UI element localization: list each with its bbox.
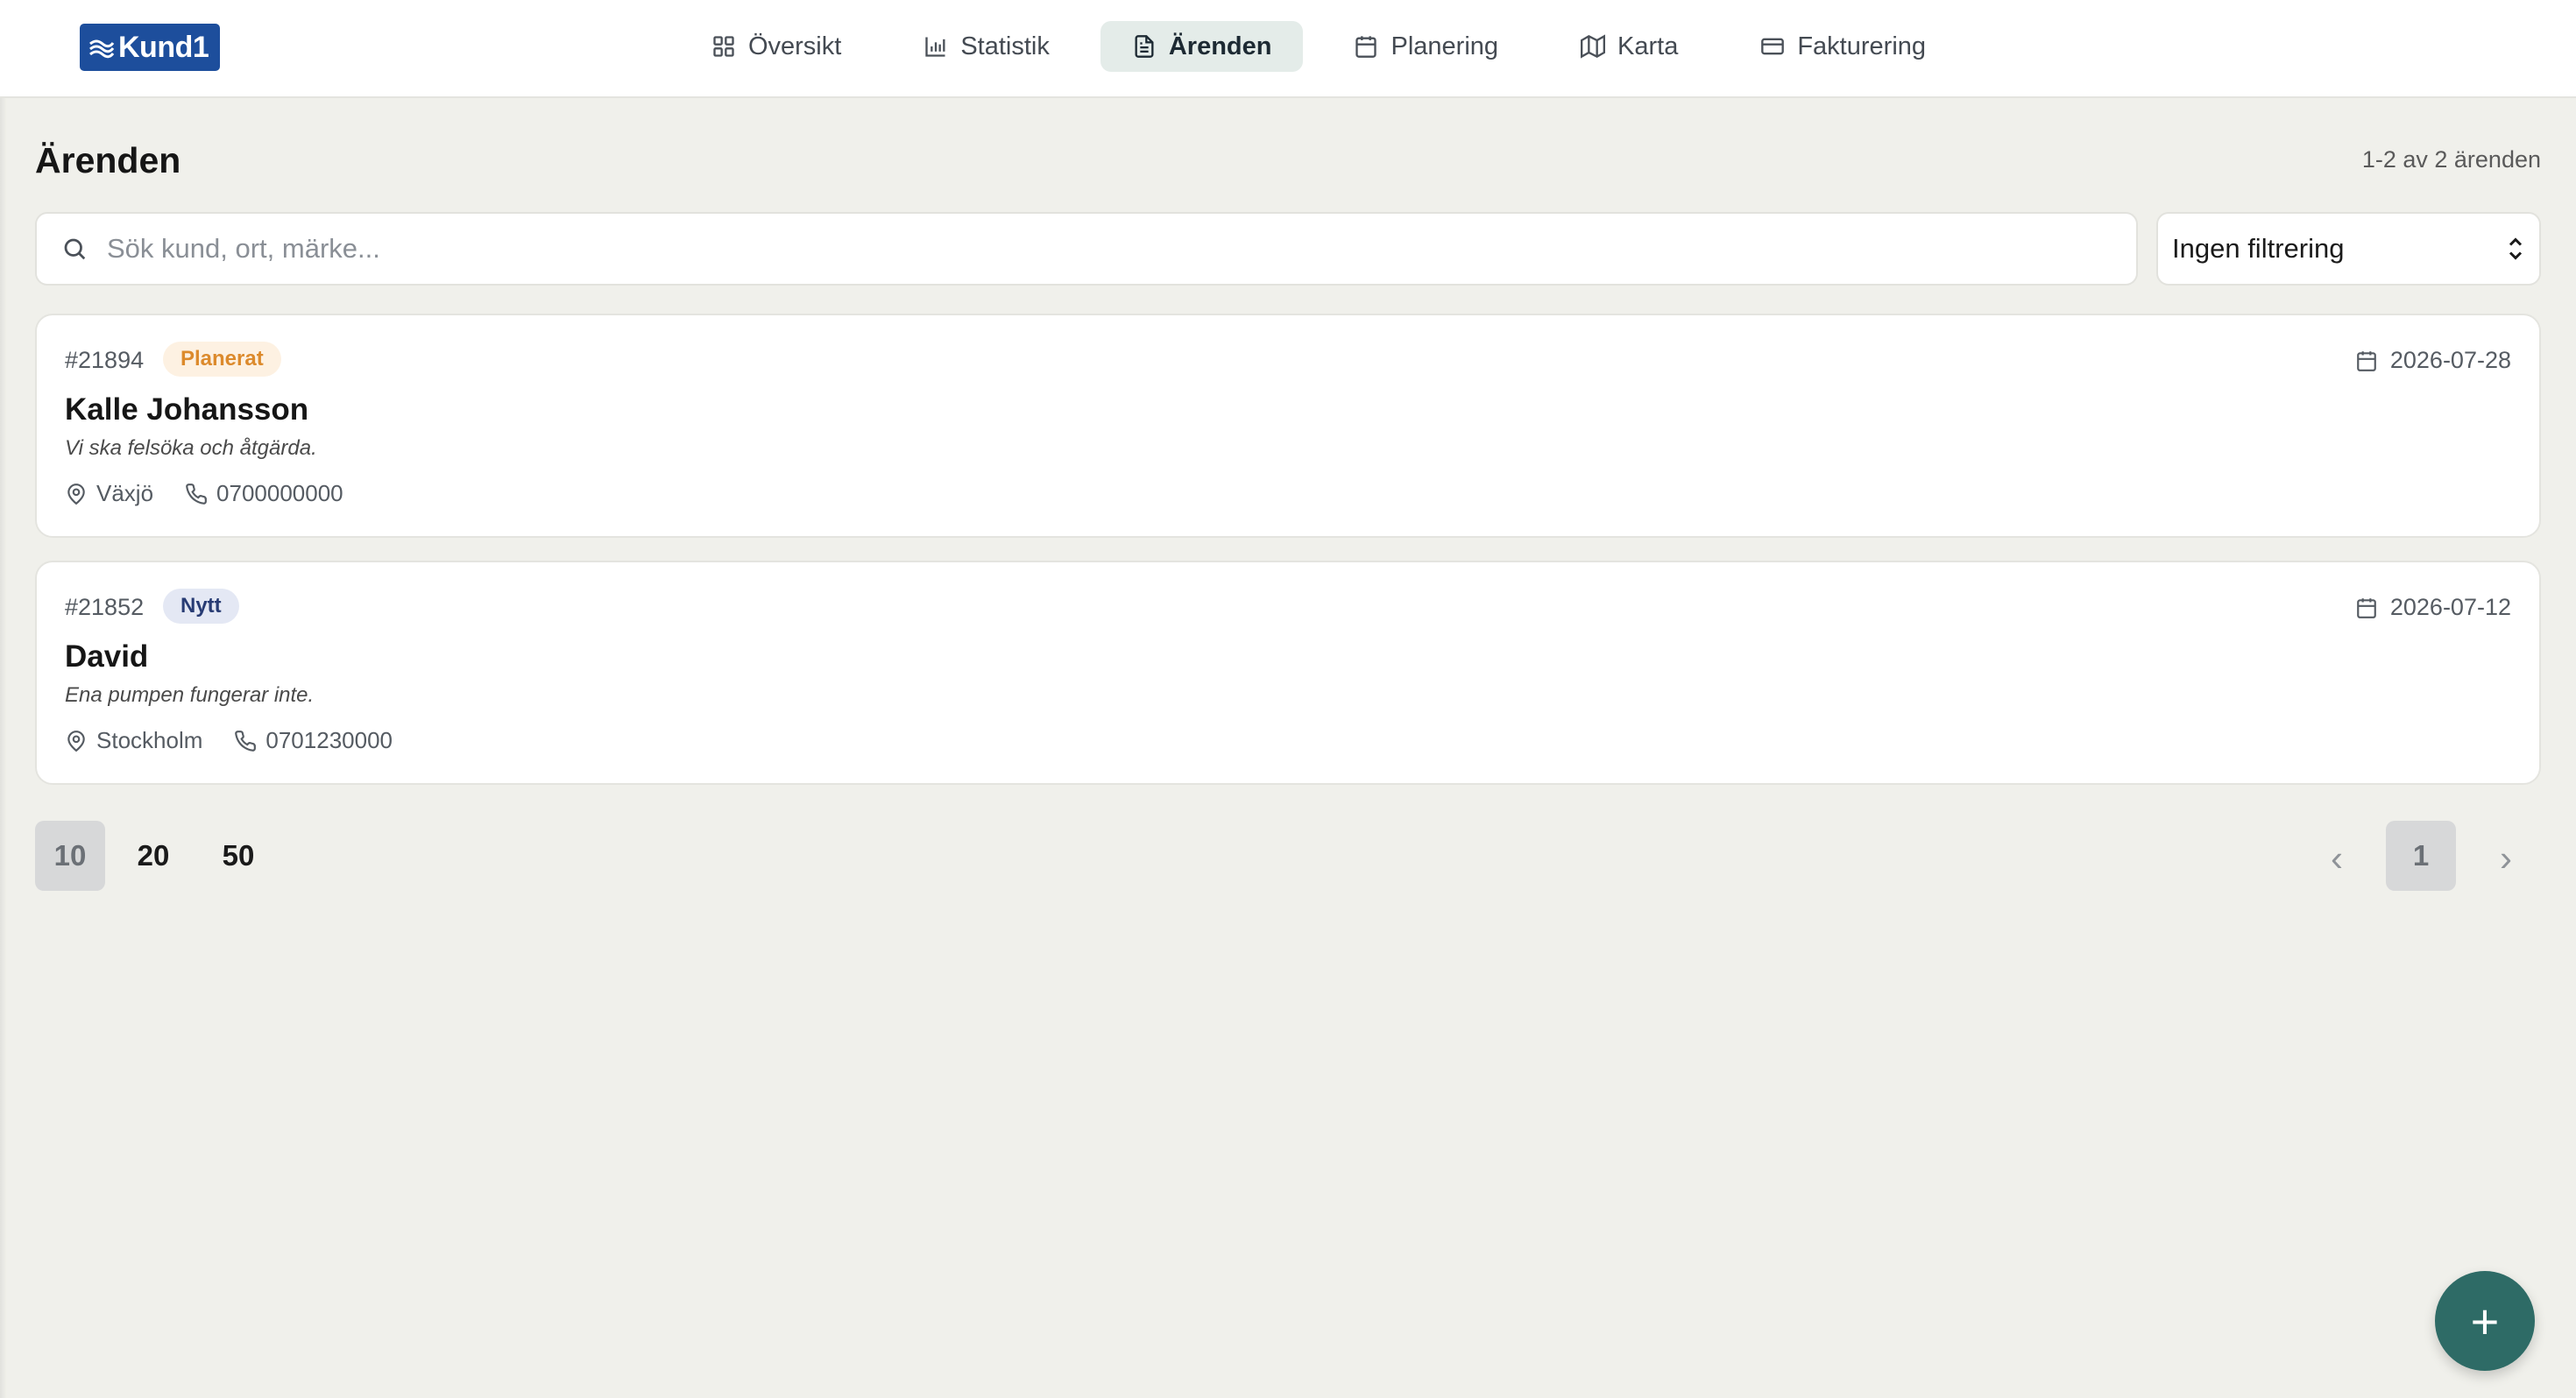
case-date-text: 2026-07-28 (2389, 347, 2511, 373)
map-pin-icon (67, 483, 85, 505)
top-navigation-bar: Kund1 Översikt Statistik Ärenden Planeri… (0, 0, 2576, 98)
case-description: Vi ska felsöka och åtgärda. (65, 436, 317, 460)
case-card[interactable]: #21894 Planerat 2026-07-28 Kalle Johanss… (35, 314, 2541, 538)
search-icon (64, 238, 86, 260)
nav-label: Statistik (960, 32, 1050, 60)
status-badge: Planerat (163, 342, 281, 377)
case-city: Växjö (65, 480, 153, 507)
case-date-text: 2026-07-12 (2389, 594, 2511, 620)
case-card[interactable]: #21852 Nytt 2026-07-12 David Ena pumpen … (35, 561, 2541, 785)
calendar-icon (1355, 36, 1377, 58)
grid-icon (713, 36, 734, 57)
page-size-10[interactable]: 10 (35, 821, 105, 891)
case-date: 2026-07-28 (2355, 347, 2511, 374)
page-title: Ärenden (35, 140, 181, 180)
case-number: #21852 (65, 594, 145, 620)
status-badge: Nytt (163, 589, 239, 624)
page-size-20[interactable]: 20 (118, 821, 188, 891)
phone-icon (186, 483, 207, 505)
customer-name: Kalle Johansson (65, 392, 309, 427)
nav-label: Fakturering (1797, 32, 1927, 60)
add-case-button[interactable]: + (2435, 1271, 2535, 1371)
case-city: Stockholm (65, 727, 202, 754)
nav-item-planering[interactable]: Planering (1322, 21, 1530, 72)
case-phone-text: 0701230000 (265, 727, 393, 753)
case-phone[interactable]: 0700000000 (185, 480, 343, 507)
calendar-icon (2357, 350, 2376, 371)
case-city-text: Stockholm (96, 727, 203, 753)
filter-select[interactable]: Ingen filtrering (2156, 212, 2541, 286)
main-nav: Översikt Statistik Ärenden Planering Kar… (0, 21, 2576, 72)
case-date: 2026-07-12 (2355, 594, 2511, 621)
window-edge-shadow (0, 0, 7, 1398)
nav-item-arenden[interactable]: Ärenden (1100, 21, 1304, 72)
nav-item-oversikt[interactable]: Översikt (680, 21, 873, 72)
prev-page-button[interactable]: ‹ (2315, 828, 2359, 889)
next-page-button[interactable]: › (2484, 828, 2528, 889)
nav-item-karta[interactable]: Karta (1549, 21, 1709, 72)
case-meta: Stockholm 0701230000 (65, 727, 393, 754)
page-size-50[interactable]: 50 (203, 821, 273, 891)
result-count: 1-2 av 2 ärenden (2361, 146, 2541, 173)
search-box (35, 212, 2138, 286)
map-icon (1581, 34, 1606, 59)
case-description: Ena pumpen fungerar inte. (65, 683, 315, 707)
credit-card-icon (1761, 38, 1785, 55)
nav-label: Planering (1391, 32, 1499, 60)
nav-item-fakturering[interactable]: Fakturering (1729, 21, 1957, 72)
chevron-up-down-icon (2509, 237, 2523, 260)
current-page-button[interactable]: 1 (2386, 821, 2456, 891)
nav-label: Ärenden (1168, 32, 1272, 60)
map-pin-icon (67, 730, 85, 752)
nav-label: Översikt (747, 32, 842, 60)
case-number: #21894 (65, 347, 145, 373)
nav-item-statistik[interactable]: Statistik (892, 21, 1081, 72)
document-icon (1135, 35, 1154, 58)
bar-chart-icon (925, 37, 945, 57)
nav-label: Karta (1617, 32, 1679, 60)
calendar-icon (2357, 597, 2376, 618)
case-phone-text: 0700000000 (216, 480, 343, 506)
case-meta: Växjö 0700000000 (65, 480, 343, 507)
search-input[interactable] (107, 233, 2035, 265)
customer-name: David (65, 639, 149, 674)
filter-selected-value: Ingen filtrering (2172, 233, 2345, 264)
case-phone[interactable]: 0701230000 (234, 727, 393, 754)
phone-icon (235, 730, 257, 752)
case-city-text: Växjö (96, 480, 154, 506)
